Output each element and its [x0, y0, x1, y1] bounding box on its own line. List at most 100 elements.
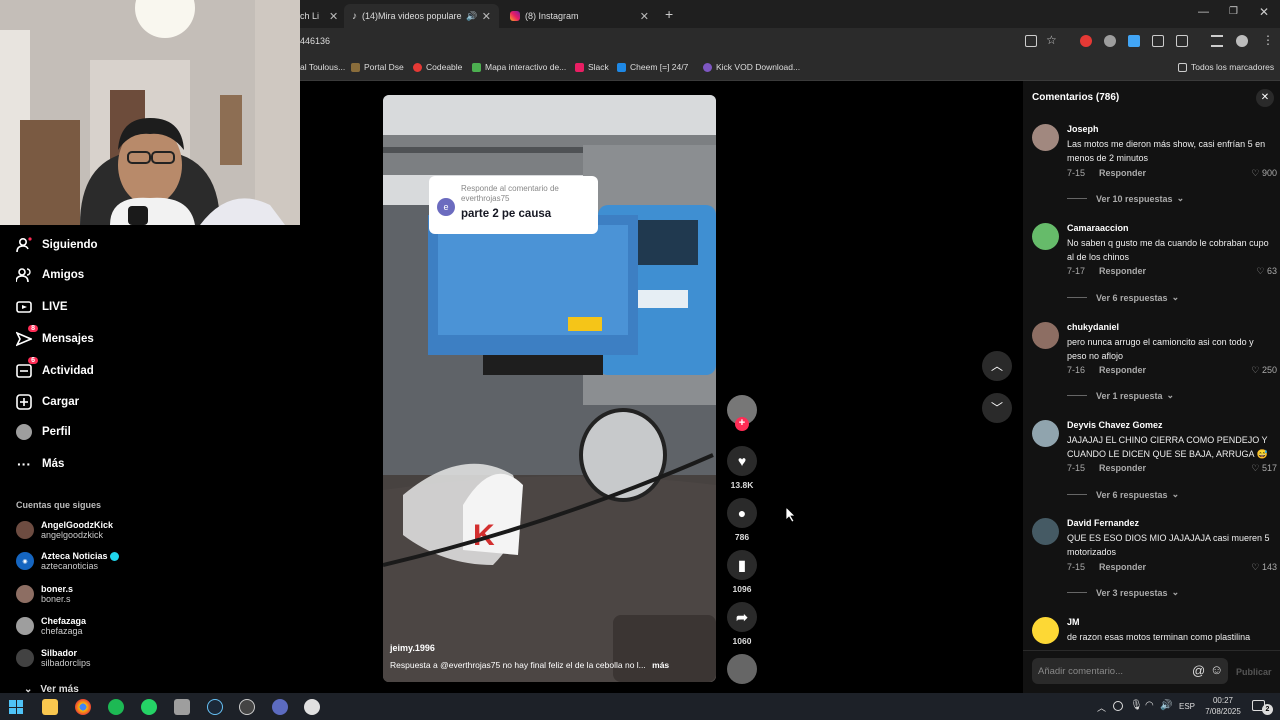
followed-account[interactable]: boner.s boner.s	[16, 584, 73, 604]
followed-account[interactable]: AngelGoodzKick angelgoodzkick	[16, 520, 113, 540]
spotify-icon[interactable]	[108, 699, 124, 715]
extension-incognito-icon[interactable]	[1104, 35, 1116, 47]
steam-icon[interactable]	[207, 699, 223, 715]
nav-activity[interactable]: 6 Actividad	[16, 357, 94, 382]
previous-video-button[interactable]: ︿	[982, 351, 1012, 381]
profile-avatar-icon[interactable]	[1236, 35, 1248, 47]
avatar[interactable]	[1032, 617, 1059, 644]
save-button[interactable]: ▮ 1096	[726, 550, 758, 594]
nav-profile[interactable]: Perfil	[16, 421, 71, 443]
view-replies-button[interactable]: Ver 6 respuestas ⌄	[1067, 292, 1179, 303]
media-controls-icon[interactable]	[1211, 35, 1223, 47]
emoji-icon[interactable]: ☺	[1210, 662, 1223, 677]
music-disc-button[interactable]	[726, 654, 758, 688]
video-author[interactable]: jeimy.1996	[390, 643, 435, 653]
share-button[interactable]: ➦ 1060	[726, 602, 758, 646]
extension-screen-icon[interactable]	[1152, 35, 1164, 47]
browser-menu-icon[interactable]: ⋮	[1262, 33, 1274, 47]
publish-button[interactable]: Publicar	[1236, 667, 1272, 677]
bookmark-item[interactable]: al Toulous...	[300, 62, 345, 72]
comment-author[interactable]: Deyvis Chavez Gomez	[1067, 420, 1163, 430]
tray-app-icon[interactable]	[1113, 701, 1123, 711]
next-video-button[interactable]: ﹀	[982, 393, 1012, 423]
followed-account[interactable]: Silbador silbadorclips	[16, 648, 91, 668]
restore-icon[interactable]: ❐	[1229, 6, 1238, 17]
reply-button[interactable]: Responder	[1099, 266, 1146, 276]
file-explorer-icon[interactable]	[42, 699, 58, 715]
follow-plus-icon[interactable]: +	[735, 417, 749, 431]
close-comments-button[interactable]: ✕	[1256, 89, 1274, 107]
close-tab-icon[interactable]: ✕	[640, 10, 649, 23]
reply-button[interactable]: Responder	[1099, 463, 1146, 473]
reply-button[interactable]: Responder	[1099, 562, 1146, 572]
discord-icon[interactable]	[272, 699, 288, 715]
nav-upload[interactable]: Cargar	[16, 391, 79, 413]
nav-messages[interactable]: 8 Mensajes	[16, 325, 94, 350]
bookmark-item[interactable]: Kick VOD Download...	[703, 62, 800, 72]
comment-author[interactable]: chukydaniel	[1067, 322, 1119, 332]
nav-following[interactable]: Siguiendo	[16, 234, 98, 256]
comment-like-button[interactable]: ♡ 517	[1251, 463, 1277, 474]
avatar[interactable]	[1032, 322, 1059, 349]
bookmark-star-icon[interactable]: ☆	[1046, 33, 1057, 47]
whatsapp-icon[interactable]	[141, 699, 157, 715]
view-replies-button[interactable]: Ver 6 respuestas ⌄	[1067, 489, 1179, 500]
avatar[interactable]	[1032, 518, 1059, 545]
bookmark-item[interactable]: Codeable	[413, 62, 462, 72]
audio-icon[interactable]: 🔊	[466, 11, 477, 22]
tab-tiktok[interactable]: ♪ (14)Mira videos populares 🔊 ✕	[344, 4, 499, 28]
microphone-icon[interactable]: 🎙	[1130, 700, 1143, 711]
close-tab-icon[interactable]: ✕	[482, 10, 491, 23]
avatar[interactable]	[1032, 124, 1059, 151]
video-player[interactable]: K e Responde al comentario de everthroja…	[383, 95, 716, 682]
bookmark-item[interactable]: Mapa interactivo de...	[472, 62, 566, 72]
wifi-icon[interactable]: ◠	[1145, 700, 1154, 711]
all-bookmarks-button[interactable]: Todos los marcadores	[1178, 62, 1274, 72]
followed-account[interactable]: ◉ Azteca Noticias aztecanoticias	[16, 551, 120, 571]
extension-red-icon[interactable]	[1080, 35, 1092, 47]
like-button[interactable]: ♥ 13.8K	[726, 446, 758, 490]
volume-icon[interactable]: 🔊	[1160, 700, 1172, 711]
nav-friends[interactable]: Amigos	[16, 264, 84, 286]
avatar[interactable]	[1032, 420, 1059, 447]
view-replies-button[interactable]: Ver 10 respuestas ⌄	[1067, 193, 1184, 204]
comment-author[interactable]: JM	[1067, 617, 1080, 627]
reply-button[interactable]: Responder	[1099, 365, 1146, 375]
app-icon[interactable]	[174, 699, 190, 715]
extensions-puzzle-icon[interactable]	[1176, 35, 1188, 47]
nav-live[interactable]: LIVE	[16, 296, 68, 318]
new-tab-icon[interactable]: +	[665, 6, 673, 22]
view-replies-button[interactable]: Ver 1 respuesta ⌄	[1067, 390, 1174, 401]
bookmark-item[interactable]: Cheem [=] 24/7	[617, 62, 688, 72]
bookmark-item[interactable]: Slack	[575, 62, 609, 72]
bookmark-item[interactable]: Portal Dse	[351, 62, 404, 72]
minimize-icon[interactable]: —	[1198, 6, 1209, 18]
reply-card[interactable]: e Responde al comentario de everthrojas7…	[429, 176, 598, 234]
chrome-icon[interactable]	[75, 699, 91, 715]
caption-more-link[interactable]: más	[652, 660, 669, 670]
comment-like-button[interactable]: ♡ 900	[1251, 168, 1277, 179]
comment-like-button[interactable]: ♡ 143	[1251, 562, 1277, 573]
comment-button[interactable]: ● 786	[726, 498, 758, 542]
obs-icon[interactable]	[239, 699, 255, 715]
followed-account[interactable]: Chefazaga chefazaga	[16, 616, 86, 636]
extension-audio-icon[interactable]	[1128, 35, 1140, 47]
windows-start-icon[interactable]	[9, 700, 23, 714]
cast-icon[interactable]	[1025, 35, 1037, 47]
app-icon[interactable]	[304, 699, 320, 715]
avatar[interactable]	[1032, 223, 1059, 250]
creator-avatar[interactable]: +	[726, 395, 758, 431]
comment-author[interactable]: Camaraaccion	[1067, 223, 1129, 233]
language-indicator[interactable]: ESP	[1179, 702, 1195, 711]
comment-input[interactable]: Añadir comentario... @ ☺	[1032, 658, 1228, 684]
view-replies-button[interactable]: Ver 3 respuestas ⌄	[1067, 587, 1179, 598]
tray-chevron-up-icon[interactable]: ︿	[1097, 701, 1106, 714]
tab-twitch[interactable]: ch Li ✕	[300, 4, 342, 28]
url-field[interactable]: 446136	[300, 36, 330, 46]
tab-instagram[interactable]: (8) Instagram ✕	[502, 4, 657, 28]
mention-icon[interactable]: @	[1192, 663, 1205, 678]
comment-like-button[interactable]: ♡ 63	[1256, 266, 1277, 277]
clock[interactable]: 00:27 7/08/2025	[1200, 695, 1246, 717]
close-window-icon[interactable]: ✕	[1259, 5, 1269, 19]
close-tab-icon[interactable]: ✕	[329, 10, 338, 23]
